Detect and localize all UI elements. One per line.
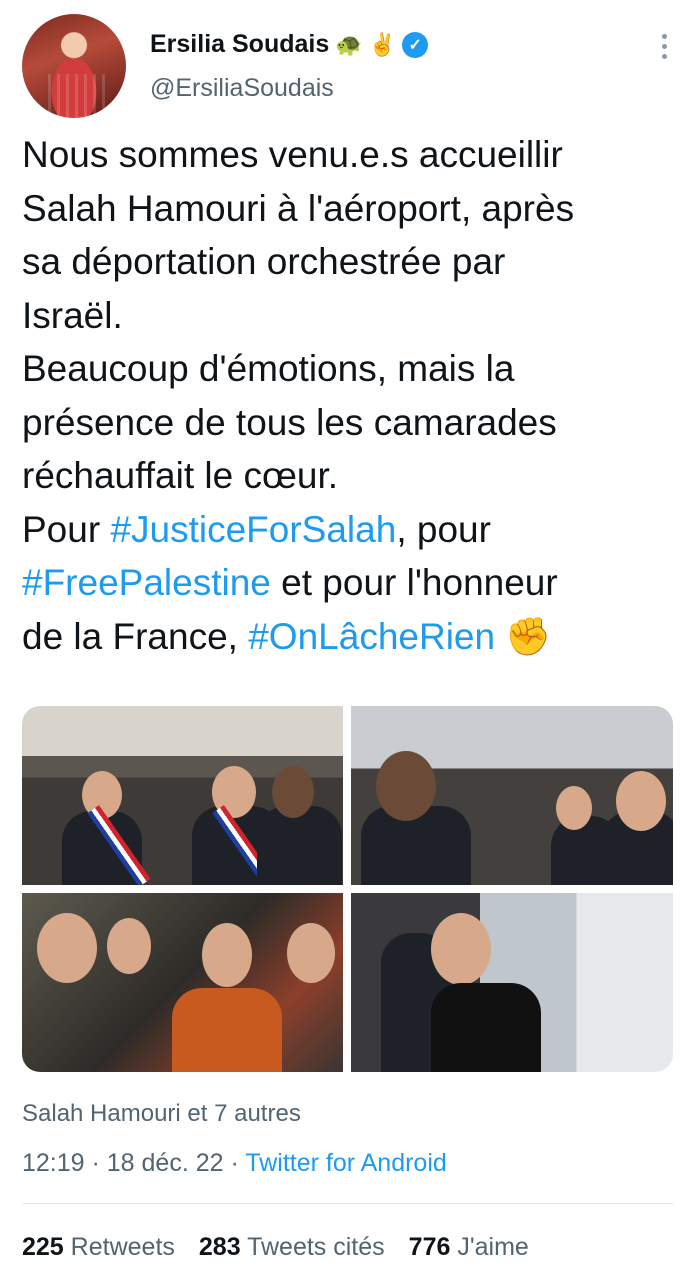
tweet-text-part: Nous sommes venu.e.s accueillir Salah Ha… bbox=[22, 134, 575, 550]
photo-face bbox=[431, 913, 491, 985]
photo-face bbox=[556, 786, 592, 830]
retweets-stat[interactable]: 225 Retweets bbox=[22, 1233, 175, 1262]
photo-3[interactable] bbox=[22, 893, 343, 1072]
photo-person bbox=[431, 983, 541, 1072]
photo-grid bbox=[22, 706, 673, 1072]
timestamp: 12:19 · 18 déc. 22 · bbox=[22, 1149, 246, 1177]
tweet-stats: 225 Retweets 283 Tweets cités 776 J'aime bbox=[22, 1233, 529, 1262]
author-handle[interactable]: @ErsiliaSoudais bbox=[150, 74, 334, 103]
likes-count: 776 bbox=[408, 1233, 451, 1261]
source-link[interactable]: Twitter for Android bbox=[245, 1149, 446, 1177]
hashtag-freepalestine[interactable]: #FreePalestine bbox=[22, 562, 271, 603]
quotes-count: 283 bbox=[198, 1233, 241, 1261]
photo-face bbox=[376, 751, 436, 821]
photo-4[interactable] bbox=[351, 893, 673, 1072]
retweets-count: 225 bbox=[22, 1233, 64, 1261]
retweets-label: Retweets bbox=[70, 1233, 175, 1261]
tweet-timestamp-row: 12:19 · 18 déc. 22 · Twitter for Android bbox=[22, 1149, 447, 1178]
tweet-text-part: , pour bbox=[396, 508, 491, 550]
verified-badge-icon: ✓ bbox=[402, 31, 429, 58]
photo-face bbox=[37, 913, 97, 983]
photo-face bbox=[616, 771, 666, 831]
hashtag-onlacherien[interactable]: #OnLâcheRien bbox=[248, 616, 495, 657]
photo-person bbox=[172, 988, 282, 1072]
quotes-label: Tweets cités bbox=[247, 1233, 385, 1261]
tagged-people[interactable]: Salah Hamouri et 7 autres bbox=[22, 1100, 301, 1128]
divider bbox=[22, 1203, 674, 1204]
author-name[interactable]: Ersilia Soudais bbox=[150, 30, 329, 59]
quotes-stat[interactable]: 283 Tweets cités bbox=[199, 1233, 385, 1262]
tweet-header: Ersilia Soudais 🐢 ✌️ ✓ @ErsiliaSoudais bbox=[22, 14, 674, 120]
photo-face bbox=[272, 766, 314, 818]
author-name-row: Ersilia Soudais 🐢 ✌️ ✓ bbox=[150, 30, 429, 59]
hashtag-justiceforsalah[interactable]: #JusticeForSalah bbox=[110, 509, 396, 550]
photo-person bbox=[257, 806, 342, 885]
author-emoji: 🐢 ✌️ bbox=[335, 31, 397, 57]
likes-stat[interactable]: 776 J'aime bbox=[409, 1233, 529, 1262]
tweet-text: Nous sommes venu.e.s accueillir Salah Ha… bbox=[22, 128, 682, 663]
more-options-icon[interactable] bbox=[662, 34, 668, 59]
raised-fist-emoji: ✊ bbox=[495, 615, 552, 657]
photo-face bbox=[107, 918, 151, 974]
avatar[interactable] bbox=[22, 14, 126, 118]
likes-label: J'aime bbox=[457, 1233, 529, 1261]
photo-face bbox=[202, 923, 252, 987]
photo-face bbox=[287, 923, 335, 983]
photo-2[interactable] bbox=[351, 706, 673, 885]
photo-1[interactable] bbox=[22, 706, 343, 885]
